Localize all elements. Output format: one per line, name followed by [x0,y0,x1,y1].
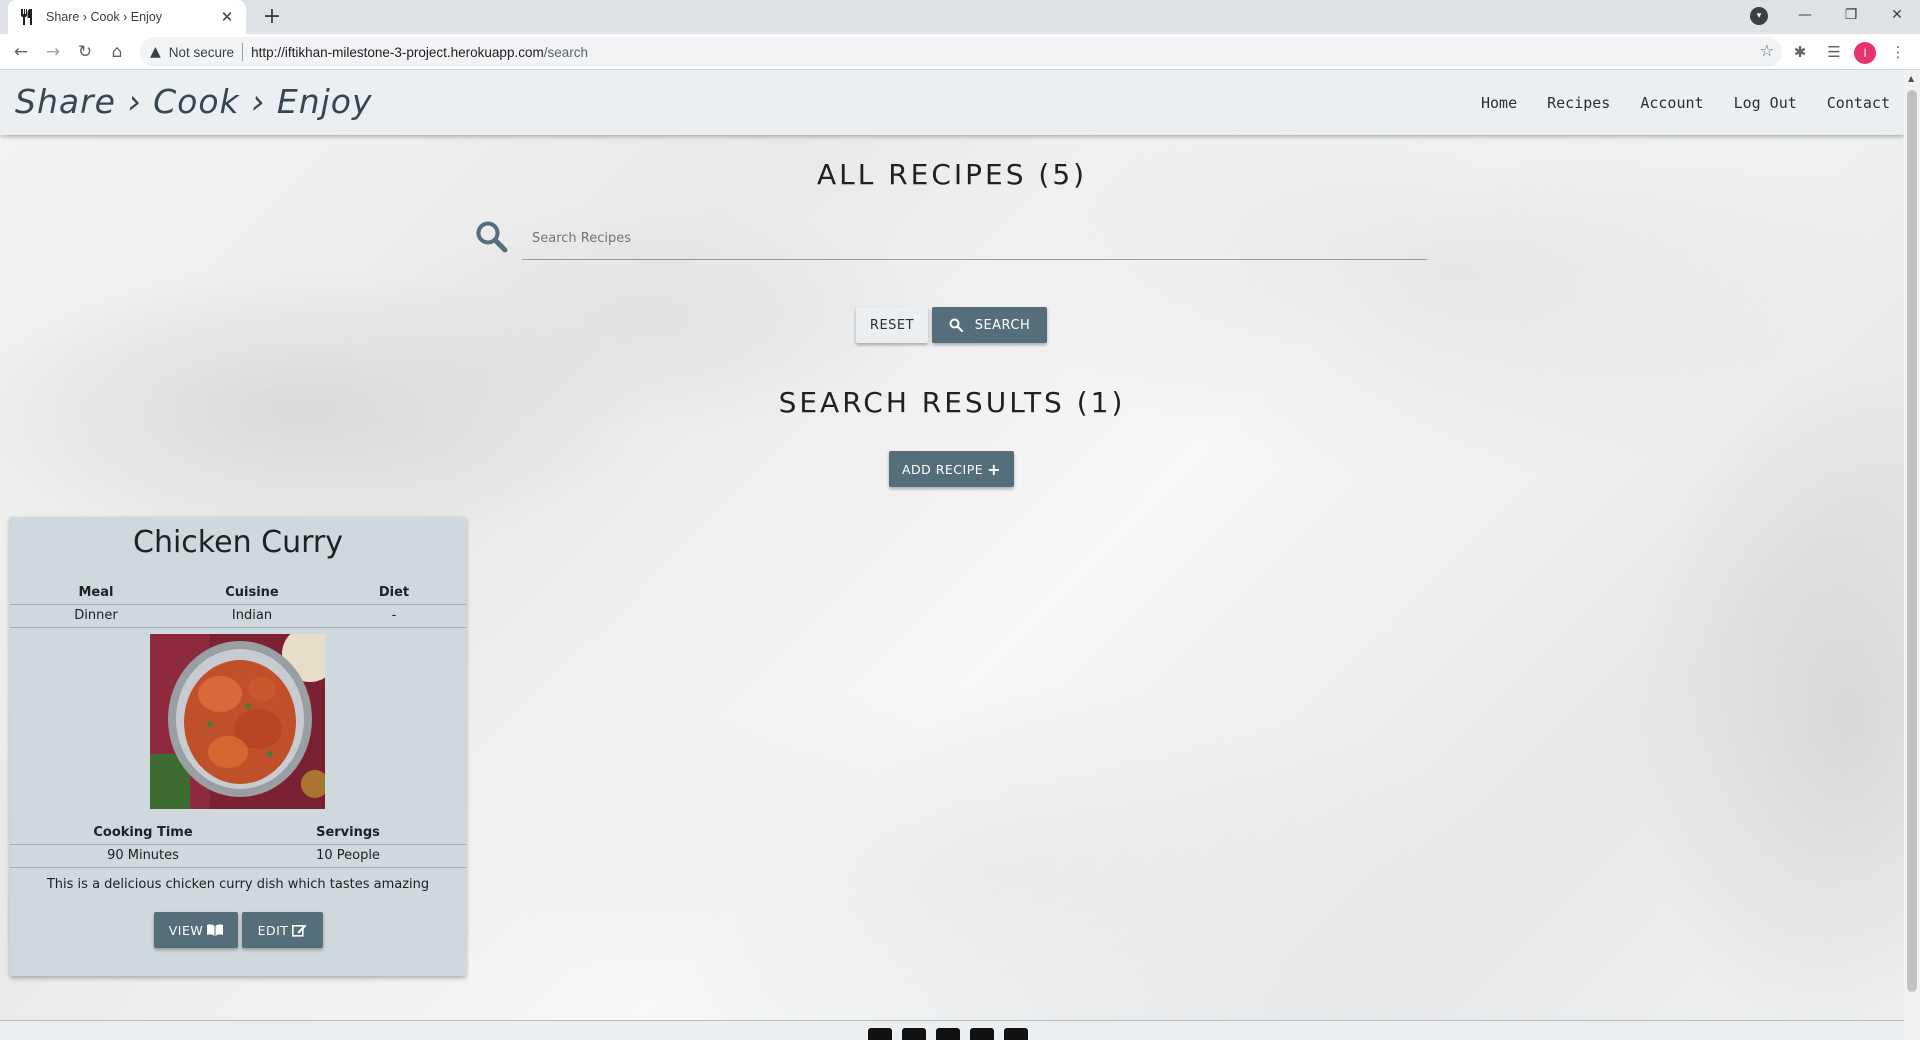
new-tab-button[interactable]: + [258,3,286,31]
tab-search-icon[interactable]: ▾ [1750,7,1768,25]
diet-label: Diet [378,585,410,600]
recipe-title: Chicken Curry [133,525,343,560]
nav-logout[interactable]: Log Out [1734,94,1797,112]
reset-label: RESET [869,317,915,333]
address-bar[interactable]: ▲ Not secure http://iftikhan-milestone-3… [140,37,1782,67]
view-button[interactable]: VIEW [154,912,238,948]
recipe-description: This is a delicious chicken curry dish w… [46,877,430,892]
servings-value: 10 People [316,848,380,863]
menu-kebab-icon[interactable]: ⋮ [1884,38,1912,66]
facebook-icon[interactable] [868,1028,892,1040]
plus-icon: + [987,459,1002,479]
url-text: http://iftikhan-milestone-3-project.hero… [251,45,588,60]
back-icon[interactable]: ← [7,38,35,66]
instagram-icon[interactable] [936,1028,960,1040]
extensions-icon[interactable]: ✱ [1786,38,1814,66]
profile-avatar[interactable]: I [1854,42,1876,64]
nav-contact[interactable]: Contact [1827,94,1890,112]
nav-home[interactable]: Home [1481,94,1517,112]
search-button-icon [949,318,963,332]
reading-list-icon[interactable]: ☰ [1820,38,1848,66]
divider [10,867,466,868]
nav-account[interactable]: Account [1640,94,1703,112]
divider [10,844,466,845]
time-value-row: 90 Minutes 10 People [10,848,466,863]
search-results-heading: SEARCH RESULTS (1) [778,386,1126,419]
search-button[interactable]: SEARCH [932,307,1047,343]
view-label: VIEW [168,922,204,938]
warning-icon: ▲ [150,44,161,60]
site-navbar: Share › Cook › Enjoy Home Recipes Accoun… [0,70,1904,135]
scroll-up-icon[interactable]: ▲ [1908,74,1914,83]
page-scrollbar[interactable]: ▲ [1904,70,1920,1040]
bookmark-star-icon[interactable]: ☆ [1760,41,1774,60]
diet-value: - [391,608,397,623]
meal-label: Meal [78,585,114,600]
search-input[interactable] [522,218,1427,260]
github-icon[interactable] [1004,1028,1028,1040]
all-recipes-heading: ALL RECIPES (5) [816,158,1088,191]
search-icon [475,220,509,258]
add-recipe-button[interactable]: ADD RECIPE + [889,451,1014,487]
url-host: http://iftikhan-milestone-3-project.hero… [251,44,544,60]
home-icon[interactable]: ⌂ [103,38,131,66]
linkedin-icon[interactable] [970,1028,994,1040]
scrollbar-thumb[interactable] [1907,90,1917,992]
meal-value: Dinner [74,608,118,623]
edit-icon [292,923,307,937]
forward-icon[interactable]: → [39,38,67,66]
divider [10,604,466,605]
browser-tabstrip: Share › Cook › Enjoy ✕ + ▾ — ❐ ✕ [0,0,1920,34]
window-close-icon[interactable]: ✕ [1874,0,1920,30]
close-tab-icon[interactable]: ✕ [218,8,236,26]
fork-knife-icon [18,8,36,26]
tab-title: Share › Cook › Enjoy [46,10,163,24]
browser-toolbar: ← → ↻ ⌂ ▲ Not secure http://iftikhan-mil… [0,34,1920,70]
search-button-label: SEARCH [974,317,1031,333]
recipe-image [150,634,325,809]
book-open-icon [207,924,224,936]
not-secure-label: Not secure [168,44,235,60]
url-path: /search [543,44,588,60]
edit-label: EDIT [257,922,289,938]
twitter-icon[interactable] [902,1028,926,1040]
page-viewport: Share › Cook › Enjoy Home Recipes Accoun… [0,70,1904,1040]
omnibox-divider [242,43,244,61]
browser-tab[interactable]: Share › Cook › Enjoy ✕ [8,0,246,34]
meta-value-row: Dinner Indian - [10,608,466,623]
site-brand[interactable]: Share › Cook › Enjoy [15,82,373,121]
meta-header-row: Meal Cuisine Diet [10,585,466,600]
minimize-icon[interactable]: — [1782,0,1828,30]
servings-label: Servings [316,825,380,840]
add-recipe-label: ADD RECIPE [901,461,984,477]
restore-icon[interactable]: ❐ [1828,0,1874,30]
reload-icon[interactable]: ↻ [71,38,99,66]
edit-button[interactable]: EDIT [242,912,323,948]
cuisine-label: Cuisine [225,585,279,600]
cooking-time-label: Cooking Time [93,825,193,840]
cooking-time-value: 90 Minutes [107,848,179,863]
divider [10,627,466,628]
nav-links: Home Recipes Account Log Out Contact [1451,70,1890,135]
cuisine-value: Indian [231,608,273,623]
time-header-row: Cooking Time Servings [10,825,466,840]
recipe-card: Chicken Curry Meal Cuisine Diet Dinner I… [10,517,466,976]
nav-recipes[interactable]: Recipes [1547,94,1610,112]
reset-button[interactable]: RESET [856,307,928,343]
